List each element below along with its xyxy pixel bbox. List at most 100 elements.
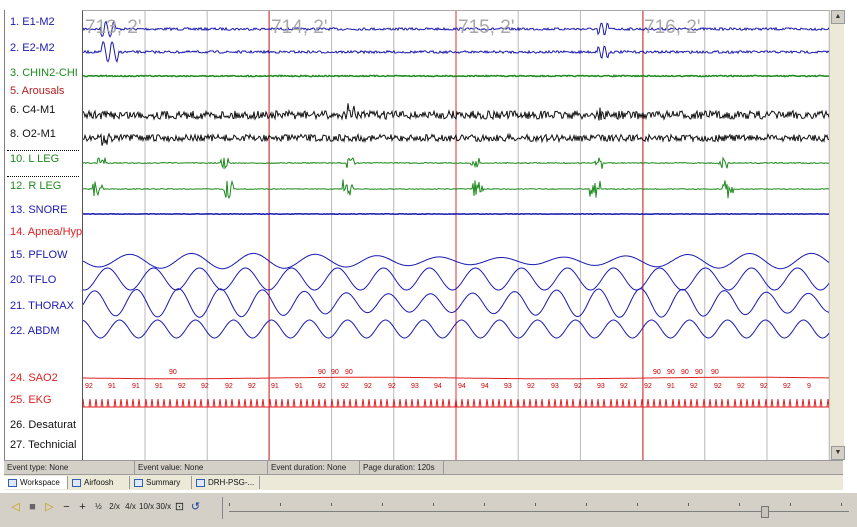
sao2-trace xyxy=(83,377,830,378)
event-duration-status: Event duration: None xyxy=(268,461,360,474)
sao2-value: 92 xyxy=(318,383,326,391)
slider-thumb[interactable] xyxy=(761,506,769,518)
channel-label-c4[interactable]: 6. C4-M1 xyxy=(10,104,55,117)
sao2-value: 93 xyxy=(411,383,419,391)
half-page-button[interactable]: ½ xyxy=(91,503,106,519)
stop-button[interactable]: ■ xyxy=(25,499,40,515)
channel-label-arousals[interactable]: 5. Arousals xyxy=(10,85,64,98)
sao2-value: 91 xyxy=(295,383,303,391)
channel-label-panel: 1. E1-M2 2. E2-M2 3. CHIN2-CHI 5. Arousa… xyxy=(4,10,81,460)
slider-tick xyxy=(535,503,536,506)
psg-viewer-window: 1. E1-M2 2. E2-M2 3. CHIN2-CHI 5. Arousa… xyxy=(0,0,857,526)
sao2-value: 92 xyxy=(783,383,791,391)
sao2-value: 90 xyxy=(345,369,353,377)
vertical-scrollbar[interactable]: ▲ ▼ xyxy=(829,10,844,460)
sao2-value: 90 xyxy=(331,369,339,377)
page-10-button[interactable]: 10/x xyxy=(139,503,154,519)
zoom-in-button[interactable]: + xyxy=(75,499,90,515)
sao2-value: 91 xyxy=(271,383,279,391)
sao2-value: 91 xyxy=(667,383,675,391)
slider-tick xyxy=(331,503,332,506)
channel-label-e1[interactable]: 1. E1-M2 xyxy=(10,16,55,29)
fit-page-button[interactable]: ⊡ xyxy=(172,499,187,515)
sao2-value: 92 xyxy=(248,383,256,391)
tab-airflow[interactable]: Airfoosh xyxy=(68,476,130,489)
signal-trace-area[interactable]: 713, 2' 714, 2' 715, 2' 716, 2' 90 90 90 90… xyxy=(82,10,830,461)
event-type-status: Event type: None xyxy=(4,461,135,474)
slider-tick xyxy=(433,503,434,506)
sao2-value: 94 xyxy=(434,383,442,391)
page-duration-status: Page duration: 120s xyxy=(360,461,444,474)
channel-label-chin[interactable]: 3. CHIN2-CHI xyxy=(10,67,78,80)
channel-label-thorax[interactable]: 21. THORAX xyxy=(10,300,74,313)
channel-label-snore[interactable]: 13. SNORE xyxy=(10,204,67,217)
summary-icon xyxy=(134,479,143,487)
channel-separator xyxy=(7,176,79,177)
slider-tick xyxy=(790,503,791,506)
sao2-value: 92 xyxy=(388,383,396,391)
tab-label: Airfoosh xyxy=(84,476,113,489)
ekg-trace xyxy=(83,399,830,407)
sao2-value: 92 xyxy=(620,383,628,391)
sao2-value: 92 xyxy=(574,383,582,391)
channel-label-abdm[interactable]: 22. ABDM xyxy=(10,325,60,338)
next-page-button[interactable]: ▷ xyxy=(42,499,57,515)
sao2-value: 92 xyxy=(364,383,372,391)
channel-label-desaturation[interactable]: 26. Desaturat xyxy=(10,419,76,432)
slider-track xyxy=(229,511,849,512)
sao2-value: 90 xyxy=(667,369,675,377)
page-30-button[interactable]: 30/x xyxy=(156,503,171,519)
slider-tick xyxy=(280,503,281,506)
epoch-label: 716, 2' xyxy=(644,17,700,39)
slider-tick xyxy=(739,503,740,506)
scroll-down-icon[interactable]: ▼ xyxy=(831,446,845,460)
tab-label: DRH-PSG-... xyxy=(208,476,254,489)
channel-label-tflo[interactable]: 20. TFLO xyxy=(10,274,56,287)
sao2-value: 93 xyxy=(597,383,605,391)
tab-label: Workspace xyxy=(20,476,60,489)
previous-page-button[interactable]: ◁ xyxy=(8,499,23,515)
sao2-value: 92 xyxy=(341,383,349,391)
channel-label-sao2[interactable]: 24. SAO2 xyxy=(10,372,58,385)
recording-icon xyxy=(196,479,205,487)
sao2-value: 94 xyxy=(481,383,489,391)
page-2-button[interactable]: 2/x xyxy=(107,503,122,519)
tab-recording[interactable]: DRH-PSG-... xyxy=(192,476,260,489)
page-4-button[interactable]: 4/x xyxy=(123,503,138,519)
zoom-out-button[interactable]: − xyxy=(59,499,74,515)
epoch-label: 715, 2' xyxy=(458,17,514,39)
epoch-label: 713, 2' xyxy=(85,17,141,39)
channel-label-r-leg[interactable]: 12. R LEG xyxy=(10,180,61,193)
channel-label-ekg[interactable]: 25. EKG xyxy=(10,394,52,407)
channel-label-o2[interactable]: 8. O2-M1 xyxy=(10,128,56,141)
refresh-button[interactable]: ↺ xyxy=(188,499,203,515)
sao2-value: 92 xyxy=(85,383,93,391)
channel-label-pflow[interactable]: 15. PFLOW xyxy=(10,249,67,262)
sao2-value: 90 xyxy=(695,369,703,377)
sao2-value: 92 xyxy=(737,383,745,391)
workspace-tab-bar: Workspace Airfoosh Summary DRH-PSG-... xyxy=(4,474,843,490)
slider-tick xyxy=(229,503,230,506)
slider-tick xyxy=(637,503,638,506)
channel-label-e2[interactable]: 2. E2-M2 xyxy=(10,42,55,55)
sao2-value: 92 xyxy=(225,383,233,391)
sao2-value: 90 xyxy=(318,369,326,377)
recording-time-slider[interactable] xyxy=(222,497,853,519)
sao2-value: 91 xyxy=(108,383,116,391)
sao2-value: 92 xyxy=(178,383,186,391)
epoch-label: 714, 2' xyxy=(271,17,327,39)
tab-workspace[interactable]: Workspace xyxy=(4,476,68,489)
workspace-icon xyxy=(8,479,17,487)
scroll-up-icon[interactable]: ▲ xyxy=(831,10,845,24)
channel-label-l-leg[interactable]: 10. L LEG xyxy=(10,153,59,166)
sao2-value: 90 xyxy=(169,369,177,377)
status-bar: Event type: None Event value: None Event… xyxy=(4,460,843,474)
sao2-value: 92 xyxy=(714,383,722,391)
slider-tick xyxy=(841,503,842,506)
sao2-value: 90 xyxy=(711,369,719,377)
channel-label-apnea[interactable]: 14. Apnea/Hyp xyxy=(10,226,82,239)
tab-summary[interactable]: Summary xyxy=(130,476,192,489)
sao2-value: 91 xyxy=(155,383,163,391)
sao2-value: 92 xyxy=(760,383,768,391)
channel-label-technician[interactable]: 27. Technicial xyxy=(10,439,76,452)
